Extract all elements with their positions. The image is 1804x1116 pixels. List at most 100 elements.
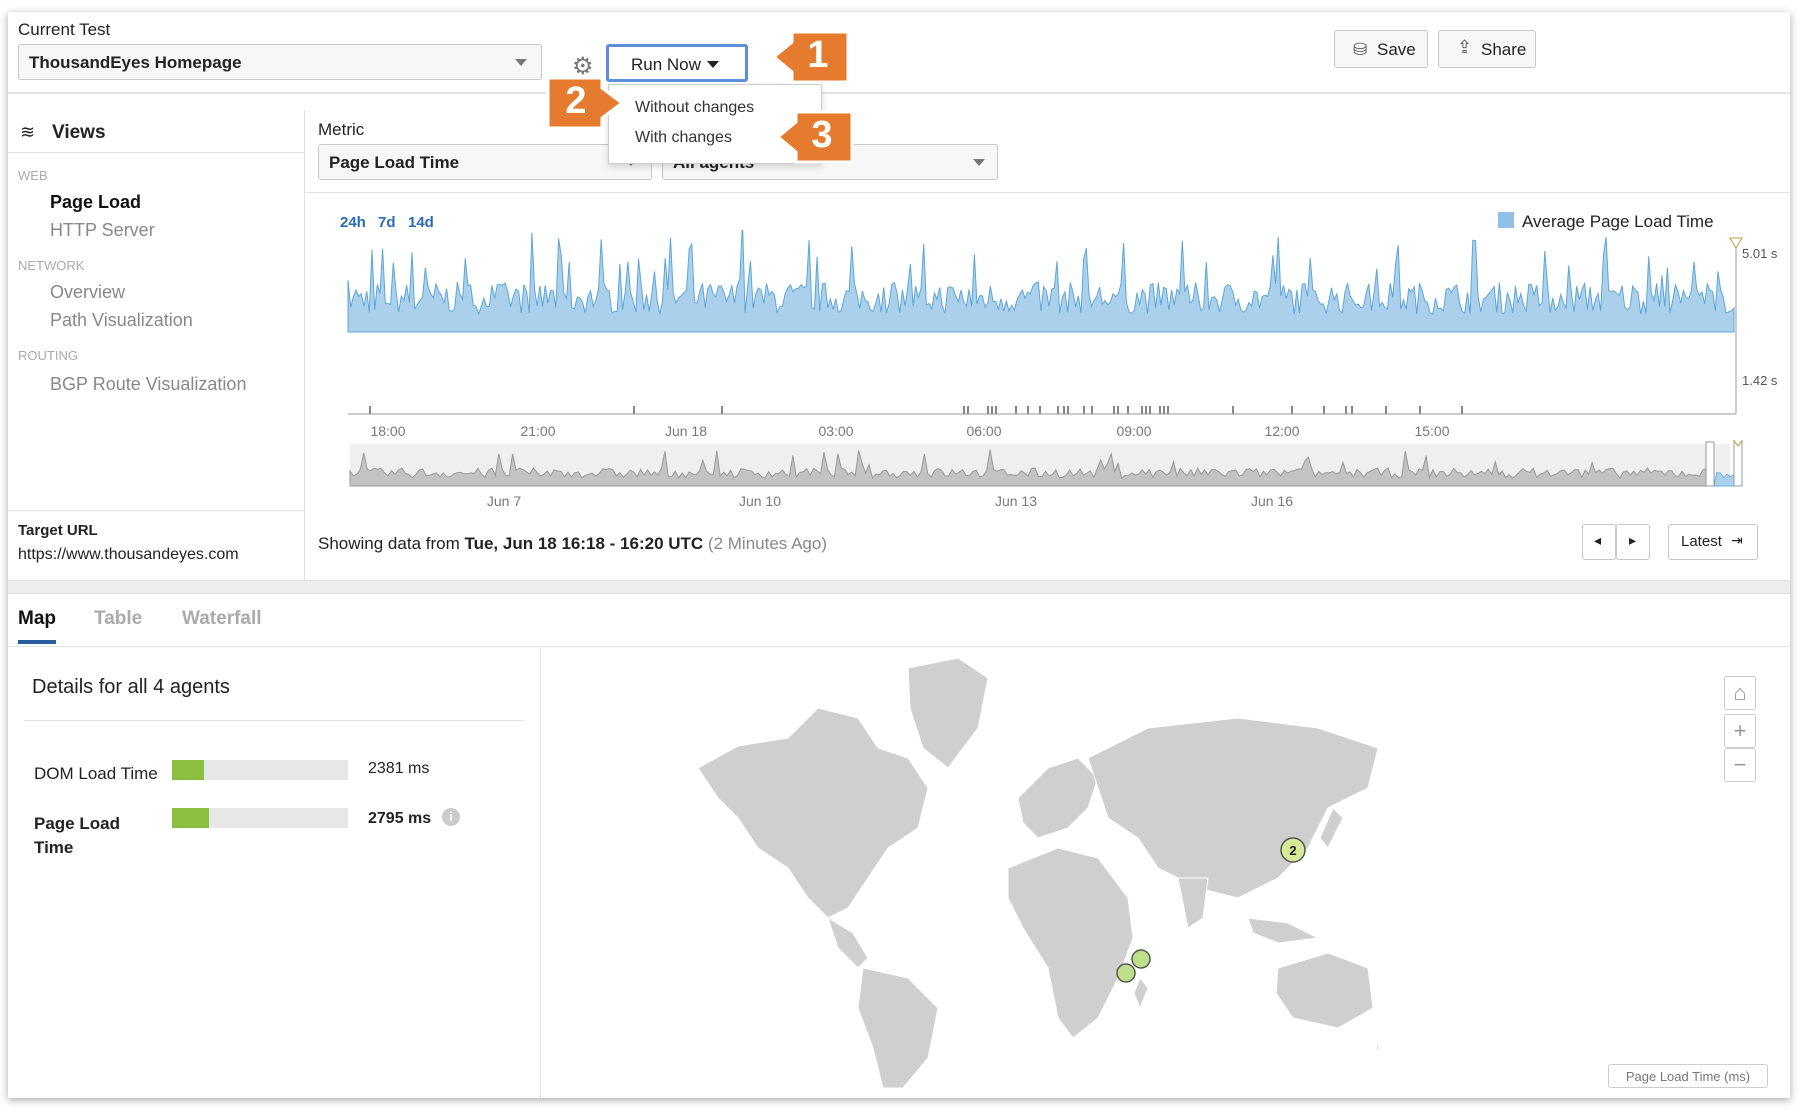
- info-icon[interactable]: i: [442, 808, 460, 826]
- app-window: Current Test ThousandEyes Homepage ⚙ Run…: [8, 12, 1790, 1098]
- sidebar-item-page-load[interactable]: Page Load: [50, 192, 141, 213]
- database-icon: ⛁: [1353, 40, 1368, 59]
- legend-label: Average Page Load Time: [1522, 212, 1714, 231]
- dom-load-label: DOM Load Time: [34, 764, 158, 783]
- latest-button[interactable]: Latest ⇥: [1668, 524, 1758, 560]
- dom-load-value: 2381 ms: [368, 760, 430, 777]
- current-test-value: ThousandEyes Homepage: [29, 53, 242, 72]
- current-test-label: Current Test: [18, 20, 111, 39]
- x-tick-labels: 18:00 21:00 Jun 18 03:00 06:00 09:00 12:00 15:0…: [370, 423, 1449, 438]
- layers-icon: ≋: [20, 122, 36, 142]
- metric-select[interactable]: Page Load Time: [318, 144, 652, 180]
- madagascar: [1133, 977, 1149, 1010]
- callout-number-2: 2: [565, 80, 587, 122]
- page-load-chart[interactable]: 5.01 s 1.42 s 18:00 21:00 Jun 18 03:00 06:00…: [328, 230, 1788, 438]
- status-ago: (2 Minutes Ago): [707, 534, 827, 553]
- latest-label: Latest: [1681, 533, 1722, 550]
- zoom-in-button[interactable]: +: [1724, 714, 1756, 748]
- chevron-down-icon: [515, 59, 527, 66]
- zoom-out-button[interactable]: −: [1724, 748, 1756, 782]
- save-button[interactable]: ⛁ Save: [1334, 30, 1428, 68]
- tab-map[interactable]: Map: [18, 608, 56, 630]
- world-map[interactable]: 2: [678, 648, 1378, 1088]
- section-header-routing: ROUTING: [18, 348, 78, 363]
- tab-table[interactable]: Table: [94, 608, 142, 630]
- overview-tick-labels: Jun 7 Jun 10 Jun 13 Jun 16: [487, 493, 1293, 509]
- chevron-down-icon: [973, 159, 985, 166]
- page-load-value: 2795 ms: [368, 810, 432, 827]
- sidebar: ≋ Views WEB Page Load HTTP Server NETWOR…: [8, 110, 305, 580]
- new-zealand: [1375, 1036, 1378, 1054]
- callout-badge-2: 2: [546, 76, 625, 130]
- x-tick-label: Jun 18: [665, 423, 707, 438]
- range-14d[interactable]: 14d: [408, 214, 434, 231]
- callout-badge-1: 1: [774, 30, 850, 84]
- brush-handle-right[interactable]: [1733, 441, 1743, 487]
- range-24h[interactable]: 24h: [340, 214, 366, 231]
- brush-handle-left[interactable]: [1705, 441, 1715, 487]
- caret-down-icon: [707, 61, 719, 68]
- run-now-button[interactable]: Run Now: [606, 44, 748, 82]
- y-label-max: 5.01 s: [1742, 246, 1778, 261]
- y-label-min: 1.42 s: [1742, 373, 1778, 388]
- section-divider: [8, 580, 1790, 594]
- sidebar-item-overview[interactable]: Overview: [50, 282, 125, 303]
- chevron-left-icon: ◂: [1594, 532, 1602, 548]
- save-label: Save: [1377, 40, 1416, 59]
- prev-button[interactable]: ◂: [1582, 524, 1616, 560]
- menu-item-without-changes[interactable]: Without changes: [635, 99, 754, 117]
- sidebar-item-http-server[interactable]: HTTP Server: [50, 220, 155, 241]
- x-tick-label: 03:00: [818, 423, 853, 438]
- menu-item-with-changes[interactable]: With changes: [635, 129, 732, 147]
- overview-tick-label: Jun 16: [1251, 493, 1293, 509]
- europe: [1017, 757, 1099, 839]
- divider: [24, 720, 524, 721]
- jump-end-icon: ⇥: [1731, 532, 1743, 548]
- overview-tick-label: Jun 7: [487, 493, 521, 509]
- next-button[interactable]: ▸: [1616, 524, 1650, 560]
- se-asia: [1247, 917, 1320, 944]
- target-url[interactable]: https://www.thousandeyes.com: [18, 546, 239, 564]
- views-title: Views: [52, 122, 106, 143]
- legend-swatch: [1498, 212, 1514, 228]
- callout-number-3: 3: [811, 114, 833, 156]
- share-icon: ⇪: [1457, 37, 1473, 57]
- x-tick-label: 12:00: [1264, 423, 1299, 438]
- north-america: [697, 707, 929, 919]
- map-legend: Page Load Time (ms): [1608, 1064, 1768, 1088]
- share-button[interactable]: ⇪ Share: [1438, 30, 1536, 68]
- range-7d[interactable]: 7d: [378, 214, 396, 231]
- callout-badge-3: 3: [778, 110, 854, 164]
- divider: [8, 510, 304, 511]
- tab-waterfall[interactable]: Waterfall: [182, 608, 262, 630]
- divider: [304, 192, 1790, 193]
- overview-chart[interactable]: Jun 7 Jun 10 Jun 13 Jun 16: [328, 440, 1788, 520]
- x-tick-label: 21:00: [520, 423, 555, 438]
- sidebar-item-bgp-route-visualization[interactable]: BGP Route Visualization: [50, 374, 246, 395]
- home-button[interactable]: ⌂: [1724, 676, 1756, 710]
- x-tick-label: 06:00: [966, 423, 1001, 438]
- agent-marker[interactable]: [1116, 963, 1136, 983]
- dom-load-bar-fill: [172, 760, 204, 780]
- overview-tick-label: Jun 10: [739, 493, 781, 509]
- target-url-label: Target URL: [18, 522, 98, 539]
- active-tab-indicator: [18, 640, 56, 644]
- divider: [8, 92, 1790, 94]
- agent-cluster-count: 2: [1289, 843, 1296, 858]
- overview-tick-label: Jun 13: [995, 493, 1037, 509]
- dom-load-bar: [172, 760, 348, 780]
- data-range-status: Showing data from Tue, Jun 18 16:18 - 16…: [318, 534, 827, 554]
- sidebar-item-path-visualization[interactable]: Path Visualization: [50, 310, 193, 331]
- series-area: [347, 230, 1735, 333]
- callout-number-1: 1: [807, 34, 829, 76]
- australia: [1275, 952, 1374, 1029]
- section-header-web: WEB: [18, 168, 48, 183]
- details-panel: [8, 648, 541, 1098]
- page-load-bar: [172, 808, 348, 828]
- india: [1177, 877, 1209, 929]
- chevron-right-icon: ▸: [1629, 532, 1637, 548]
- agent-marker[interactable]: [1131, 949, 1151, 969]
- status-prefix: Showing data from: [318, 534, 465, 553]
- current-test-select[interactable]: ThousandEyes Homepage: [18, 44, 542, 80]
- metric-label: Metric: [318, 120, 365, 139]
